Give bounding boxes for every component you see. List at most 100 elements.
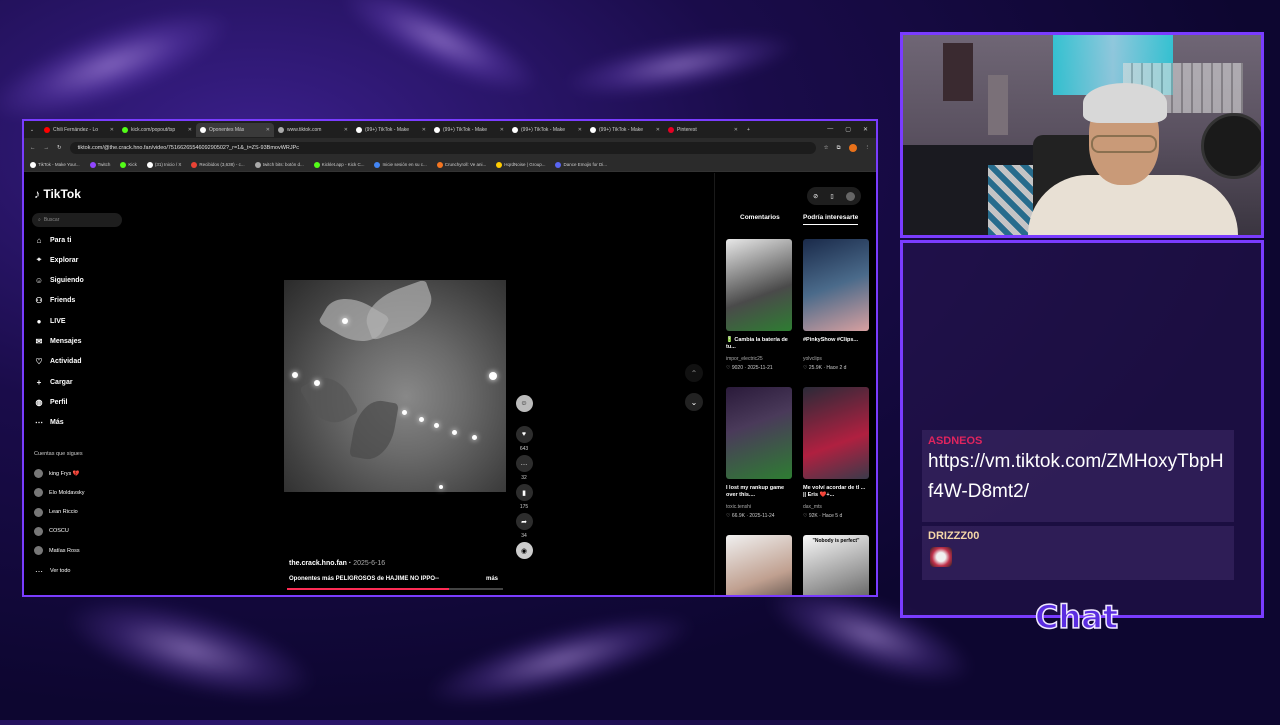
chevron-down-icon[interactable]: ⌄ bbox=[685, 393, 703, 411]
suggestion-stats: ♡ 66.9K · 2025-11-24 bbox=[726, 513, 775, 519]
browser-tab[interactable]: (99+) TikTok - Make ✕ bbox=[352, 123, 430, 137]
followed-account[interactable]: Lean Riccio bbox=[34, 507, 78, 517]
comment-icon[interactable]: … bbox=[515, 455, 533, 472]
profile-avatar[interactable] bbox=[848, 144, 857, 152]
tab-close-icon[interactable]: ✕ bbox=[110, 127, 114, 133]
sidebar-item-friends[interactable]: ⚇ Friends bbox=[34, 296, 75, 306]
tab-close-icon[interactable]: ✕ bbox=[266, 127, 270, 133]
tab-comments[interactable]: Comentarios bbox=[740, 214, 780, 221]
suggestion-caption[interactable]: 🔋 Cambia la batería de tu... bbox=[726, 337, 792, 351]
suggestion-caption[interactable]: #PinkyShow #Clips... bbox=[803, 337, 869, 344]
see-all-link[interactable]: ⋯ Ver todo bbox=[34, 566, 71, 576]
sound-disc-icon[interactable]: ◉ bbox=[515, 542, 533, 559]
author-avatar[interactable]: ☺ bbox=[515, 395, 533, 412]
sidebar-item-upload[interactable]: + Cargar bbox=[34, 377, 73, 387]
video-author[interactable]: the.crack.hno.fan · 2025-6-16 bbox=[289, 560, 385, 567]
bookmark-item[interactable]: HqrdNoise | Group... bbox=[496, 161, 545, 168]
sidebar-item-profile[interactable]: ◍ Perfil bbox=[34, 397, 68, 407]
minimize-icon[interactable]: — bbox=[827, 126, 833, 133]
suggestion-caption[interactable]: Me volví acordar de tl ... || Eris ❤️+..… bbox=[803, 485, 869, 499]
browser-tab[interactable]: www.tiktok.com ✕ bbox=[274, 123, 352, 137]
sidebar-item-activity[interactable]: ♡ Actividad bbox=[34, 357, 81, 367]
bookmark-item[interactable]: Kick bbox=[120, 161, 137, 168]
new-tab-icon[interactable]: + bbox=[742, 127, 755, 133]
extensions-icon[interactable]: ⧉ bbox=[837, 145, 841, 152]
tab-close-icon[interactable]: ✕ bbox=[422, 127, 426, 133]
suggestion-thumbnail[interactable] bbox=[726, 535, 792, 595]
bookmark-item[interactable]: Crunchyroll: Ve ani... bbox=[436, 161, 486, 168]
maximize-icon[interactable]: ▢ bbox=[845, 126, 851, 133]
suggestion-thumbnail[interactable] bbox=[726, 387, 792, 479]
browser-tab[interactable]: Pinterest ✕ bbox=[664, 123, 742, 137]
suggestion-thumbnail[interactable] bbox=[726, 239, 792, 331]
more-link[interactable]: más bbox=[486, 576, 498, 582]
bookmark-item[interactable]: (31) Inicio / X bbox=[146, 161, 181, 168]
suggestion-caption[interactable]: I lost my rankup game over this.... bbox=[726, 485, 792, 499]
tab-close-icon[interactable]: ✕ bbox=[188, 127, 192, 133]
menu-icon[interactable]: ⋮ bbox=[865, 145, 871, 151]
tab-close-icon[interactable]: ✕ bbox=[500, 127, 504, 133]
suggestion-user[interactable]: dax_mts bbox=[803, 504, 822, 510]
video-player[interactable] bbox=[284, 279, 506, 492]
video-progress-bar[interactable] bbox=[287, 588, 503, 590]
share-icon[interactable]: ➦ bbox=[515, 513, 533, 530]
url-field[interactable]: tiktok.com/@the.crack.hno.fan/video/7516… bbox=[69, 142, 816, 154]
reload-icon[interactable]: ↻ bbox=[57, 145, 62, 151]
sidebar-item-more[interactable]: ⋯ Más bbox=[34, 418, 64, 428]
bookmark-label: Twitch bbox=[97, 162, 111, 167]
browser-tab[interactable]: (99+) TikTok - Make ✕ bbox=[508, 123, 586, 137]
search-input[interactable]: ⌕ Buscar bbox=[32, 213, 122, 227]
suggestion-caption[interactable]: "Nobody is perfect" bbox=[803, 538, 869, 545]
like-icon[interactable]: ♥ bbox=[515, 426, 533, 443]
sidebar-item-home[interactable]: ⌂ Para ti bbox=[34, 235, 72, 245]
bookmark-icon[interactable]: ▮ bbox=[515, 484, 533, 501]
bookmark-label: Dance Emojis for Di... bbox=[563, 162, 607, 167]
bookmark-item[interactable]: Kicklet.app - Kick C... bbox=[313, 161, 364, 168]
bookmark-item[interactable]: TikTok - Make Your... bbox=[30, 161, 80, 168]
tiktok-logo[interactable]: ♪ TikTok bbox=[34, 187, 81, 201]
bookmark-item[interactable]: Dance Emojis for Di... bbox=[555, 161, 607, 168]
tab-close-icon[interactable]: ✕ bbox=[578, 127, 582, 133]
sidebar-item-live[interactable]: ● LIVE bbox=[34, 316, 66, 326]
sidebar-item-compass[interactable]: ⌖ Explorar bbox=[34, 255, 79, 265]
bookmark-item[interactable]: Twitch bbox=[89, 161, 111, 168]
suggestion-user[interactable]: toxic.tenshi bbox=[726, 504, 751, 510]
browser-tab[interactable]: (99+) TikTok - Make ✕ bbox=[586, 123, 664, 137]
tab-label: Oponentes Más bbox=[209, 126, 245, 133]
bookmark-item[interactable]: Recibidos (3,638) - c... bbox=[191, 161, 245, 168]
browser-tab[interactable]: kick.com/popout/tsp ✕ bbox=[118, 123, 196, 137]
bookmark-label: twitch bits: botón d... bbox=[262, 162, 304, 167]
followed-account[interactable]: Matías Ross bbox=[34, 546, 80, 556]
sidebar-item-messages[interactable]: ✉ Mensajes bbox=[34, 337, 82, 347]
browser-tab[interactable]: Chili Fernández - Lo ✕ bbox=[40, 123, 118, 137]
tab-close-icon[interactable]: ✕ bbox=[344, 127, 348, 133]
close-window-icon[interactable]: ✕ bbox=[863, 126, 868, 133]
browser-tab[interactable]: Oponentes Más ✕ bbox=[196, 122, 274, 137]
suggestion-thumbnail[interactable] bbox=[803, 239, 869, 331]
sidebar-item-following[interactable]: ☺ Siguiendo bbox=[34, 276, 84, 286]
user-avatar[interactable] bbox=[845, 191, 855, 201]
forward-icon[interactable]: → bbox=[44, 145, 50, 151]
search-icon: ⌕ bbox=[38, 217, 41, 223]
tab-search-icon[interactable]: ⌄ bbox=[24, 127, 40, 133]
tab-close-icon[interactable]: ✕ bbox=[734, 127, 738, 133]
suggestion-user[interactable]: impor_electric25 bbox=[726, 356, 763, 362]
suggestion-thumbnail[interactable] bbox=[803, 387, 869, 479]
followed-account[interactable]: COSCU bbox=[34, 526, 69, 536]
browser-tab[interactable]: (99+) TikTok - Make ✕ bbox=[430, 123, 508, 137]
bookmark-favicon-icon bbox=[191, 161, 198, 168]
followed-account[interactable]: king Frys 💔 bbox=[34, 469, 80, 478]
tab-close-icon[interactable]: ✕ bbox=[656, 127, 660, 133]
suggestion-user[interactable]: yolvclips bbox=[803, 356, 822, 362]
bookmark-item[interactable]: twitch bits: botón d... bbox=[254, 161, 304, 168]
tab-might-interest[interactable]: Podría interesarte bbox=[803, 214, 859, 225]
device-icon[interactable]: ▯ bbox=[830, 193, 833, 200]
star-icon[interactable]: ☆ bbox=[824, 145, 829, 151]
bookmark-item[interactable]: Inicie sesión en su c... bbox=[374, 161, 427, 168]
followed-account[interactable]: Elo Moldavsky bbox=[34, 488, 84, 498]
tiktok-page: ♪ TikTok ⌕ Buscar ⌂ Para ti ⌖ Explorar ☺ Sigui… bbox=[24, 173, 876, 595]
glasses-icon bbox=[1091, 135, 1157, 153]
back-icon[interactable]: ← bbox=[30, 145, 36, 151]
chevron-up-icon[interactable]: ⌃ bbox=[685, 364, 703, 382]
coins-icon[interactable]: ⊘ bbox=[813, 193, 818, 200]
